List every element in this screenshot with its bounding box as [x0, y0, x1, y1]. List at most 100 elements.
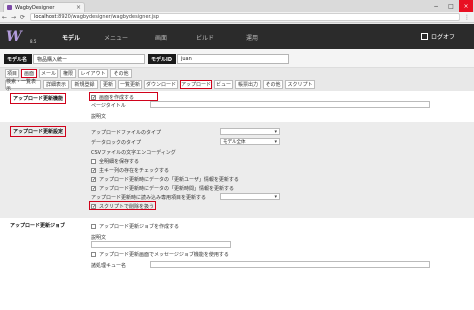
create-screen-label: 画面を作成する [99, 95, 135, 101]
tab-close-icon[interactable]: × [76, 4, 81, 11]
model-row: モデル名 物品購入統ー モデルID juan [0, 49, 474, 68]
tab-mail[interactable]: メール [39, 69, 58, 78]
subtab-download[interactable]: ダウンロード [144, 80, 178, 89]
nav-build[interactable]: ビルド [196, 33, 214, 42]
job-desc-field[interactable] [91, 241, 231, 248]
tab-other[interactable]: その他 [110, 69, 132, 78]
browser-tab[interactable]: WagbyDesigner × [3, 2, 85, 12]
nav-screen[interactable]: 画面 [155, 33, 167, 42]
url-host: localhost [34, 14, 57, 20]
check-count-row[interactable]: ✓ 主キー列の存在をチェックする [91, 167, 169, 174]
address-bar: ← → ⟳ localhost :8920/wagbydesigner/wagb… [0, 12, 474, 23]
lock-type-select[interactable]: モデル全体 [220, 138, 280, 145]
target-table-select[interactable] [220, 193, 280, 200]
file-type-label: アップロードファイルのタイプ [91, 130, 162, 136]
subtab-list-update[interactable]: 一覧更新 [118, 80, 142, 89]
update-time-row[interactable]: ✓ アップロード更新時にデータの「更新時間」情報を更新する [91, 185, 234, 192]
maximize-icon[interactable]: □ [444, 0, 458, 12]
content-area: アップロード更新機能 ✓ 画面を作成する ページタイトル 説明文 アップロード更… [0, 91, 474, 310]
update-time-label: アップロード更新時にデータの「更新時間」情報を更新する [99, 186, 235, 192]
subtab-script[interactable]: スクリプト [285, 80, 315, 89]
lock-type-row: データロックのタイプ [91, 139, 141, 146]
page-title-label: ページタイトル [91, 103, 126, 109]
subtab-search[interactable]: 検索・一覧表示 [5, 79, 41, 92]
model-name-field[interactable]: 物品購入統ー [33, 54, 145, 64]
create-job-label: アップロード更新ジョブを作成する [99, 224, 180, 230]
reload-icon[interactable]: ⟳ [18, 14, 27, 21]
queue-msg-label: アップロード更新画面でメッセージジョブ機能を使用する [99, 252, 229, 258]
subtab-upload[interactable]: アップロード [180, 80, 212, 89]
script-delete-row[interactable]: ✓ スクリプトで削除を扱う [91, 203, 154, 210]
logout-icon [421, 33, 428, 40]
favicon-icon [7, 5, 12, 10]
logo-mark: W [6, 29, 22, 45]
subtab-update[interactable]: 更新 [100, 80, 116, 89]
section-upload-job: アップロード更新ジョブ アップロード更新ジョブを作成する 説明文 アップロード更… [0, 218, 474, 278]
tab-permission[interactable]: 権限 [60, 69, 76, 78]
queue-name-row: 諸処理キュー名 [91, 262, 126, 269]
target-table-row: アップロード更新時に読み込み専用項目を更新する [91, 194, 206, 201]
csv-encoding-row: CSVファイルの文字エンコーディング [91, 149, 176, 156]
tab-title: WagbyDesigner [15, 4, 55, 11]
logout-button[interactable]: ログオフ [421, 32, 455, 41]
save-history-label: 全明細を保存する [99, 159, 140, 165]
subtab-report[interactable]: 帳票出力 [235, 80, 261, 89]
url-field[interactable]: localhost :8920/wagbydesigner/wagbydesig… [30, 13, 460, 21]
create-screen-checkbox[interactable]: ✓ [91, 95, 96, 101]
update-time-checkbox[interactable]: ✓ [91, 186, 96, 192]
section-title: アップロード更新ジョブ [10, 223, 66, 229]
page-title-field[interactable] [150, 101, 430, 108]
update-user-row[interactable]: ✓ アップロード更新時にデータの「更新ユーザ」情報を更新する [91, 176, 239, 183]
nav-menu[interactable]: メニュー [104, 33, 128, 42]
save-history-checkbox[interactable] [91, 159, 96, 164]
browser-titlebar: WagbyDesigner × − □ × [0, 0, 474, 12]
sub-tabs: 検索・一覧表示 詳細表示 新規登録 更新 一覧更新 ダウンロード アップロード … [0, 79, 474, 92]
app-header: W 8.5 モデル メニュー 画面 ビルド 運用 ログオフ [0, 24, 474, 49]
section-title: アップロード更新機能 [10, 93, 67, 104]
nav-operation[interactable]: 運用 [246, 33, 258, 42]
desc-row: 説明文 [91, 113, 106, 120]
update-user-checkbox[interactable]: ✓ [91, 177, 96, 183]
subtab-other[interactable]: その他 [263, 80, 283, 89]
script-delete-label: スクリプトで削除を扱う [99, 204, 155, 210]
queue-name-label: 諸処理キュー名 [91, 263, 127, 269]
section-upload-update: アップロード更新機能 ✓ 画面を作成する ページタイトル 説明文 [0, 91, 474, 122]
create-job-row[interactable]: アップロード更新ジョブを作成する [91, 223, 179, 230]
top-tabs: 項目 画面 メール 権限 レイアウト その他 [0, 69, 474, 79]
target-table-label: アップロード更新時に読み込み専用項目を更新する [91, 195, 207, 201]
script-delete-checkbox[interactable]: ✓ [91, 204, 96, 210]
subtab-view[interactable]: ビュー [214, 80, 233, 89]
desc-label: 説明文 [91, 114, 107, 120]
csv-encoding-label: CSVファイルの文字エンコーディング [91, 150, 176, 156]
update-user-label: アップロード更新時にデータの「更新ユーザ」情報を更新する [99, 177, 239, 183]
back-icon[interactable]: ← [0, 14, 9, 21]
close-window-icon[interactable]: × [459, 0, 473, 12]
nav-model[interactable]: モデル [62, 33, 80, 42]
create-job-checkbox[interactable] [91, 224, 96, 229]
tab-layout[interactable]: レイアウト [78, 69, 108, 78]
queue-msg-row[interactable]: アップロード更新画面でメッセージジョブ機能を使用する [91, 251, 229, 258]
file-type-row: アップロードファイルのタイプ [91, 129, 161, 136]
app-logo: W 8.5 [6, 29, 40, 45]
queue-msg-checkbox[interactable] [91, 252, 96, 257]
subtab-detail[interactable]: 詳細表示 [43, 80, 69, 89]
logout-label: ログオフ [431, 34, 456, 41]
minimize-icon[interactable]: − [429, 0, 443, 12]
job-desc-row: 説明文 [91, 234, 106, 241]
version-label: 8.5 [30, 39, 37, 44]
lock-type-label: データロックのタイプ [91, 140, 142, 146]
save-history-row[interactable]: 全明細を保存する [91, 158, 139, 165]
subtab-new[interactable]: 新規登録 [71, 80, 98, 89]
create-screen-row[interactable]: ✓ 画面を作成する [91, 94, 134, 101]
model-id-label: モデルID [148, 54, 176, 64]
url-path: :8920/wagbydesigner/wagbydesigner.jsp [56, 14, 159, 20]
check-count-checkbox[interactable]: ✓ [91, 168, 96, 174]
model-id-field[interactable]: juan [177, 54, 289, 64]
forward-icon[interactable]: → [9, 14, 18, 21]
queue-name-field[interactable] [150, 261, 430, 268]
page-title-row: ページタイトル [91, 102, 126, 109]
section-title: アップロード更新設定 [10, 126, 67, 137]
browser-menu-icon[interactable]: ⋮ [464, 14, 470, 21]
file-type-select[interactable] [220, 128, 280, 135]
check-count-label: 主キー列の存在をチェックする [99, 168, 170, 174]
